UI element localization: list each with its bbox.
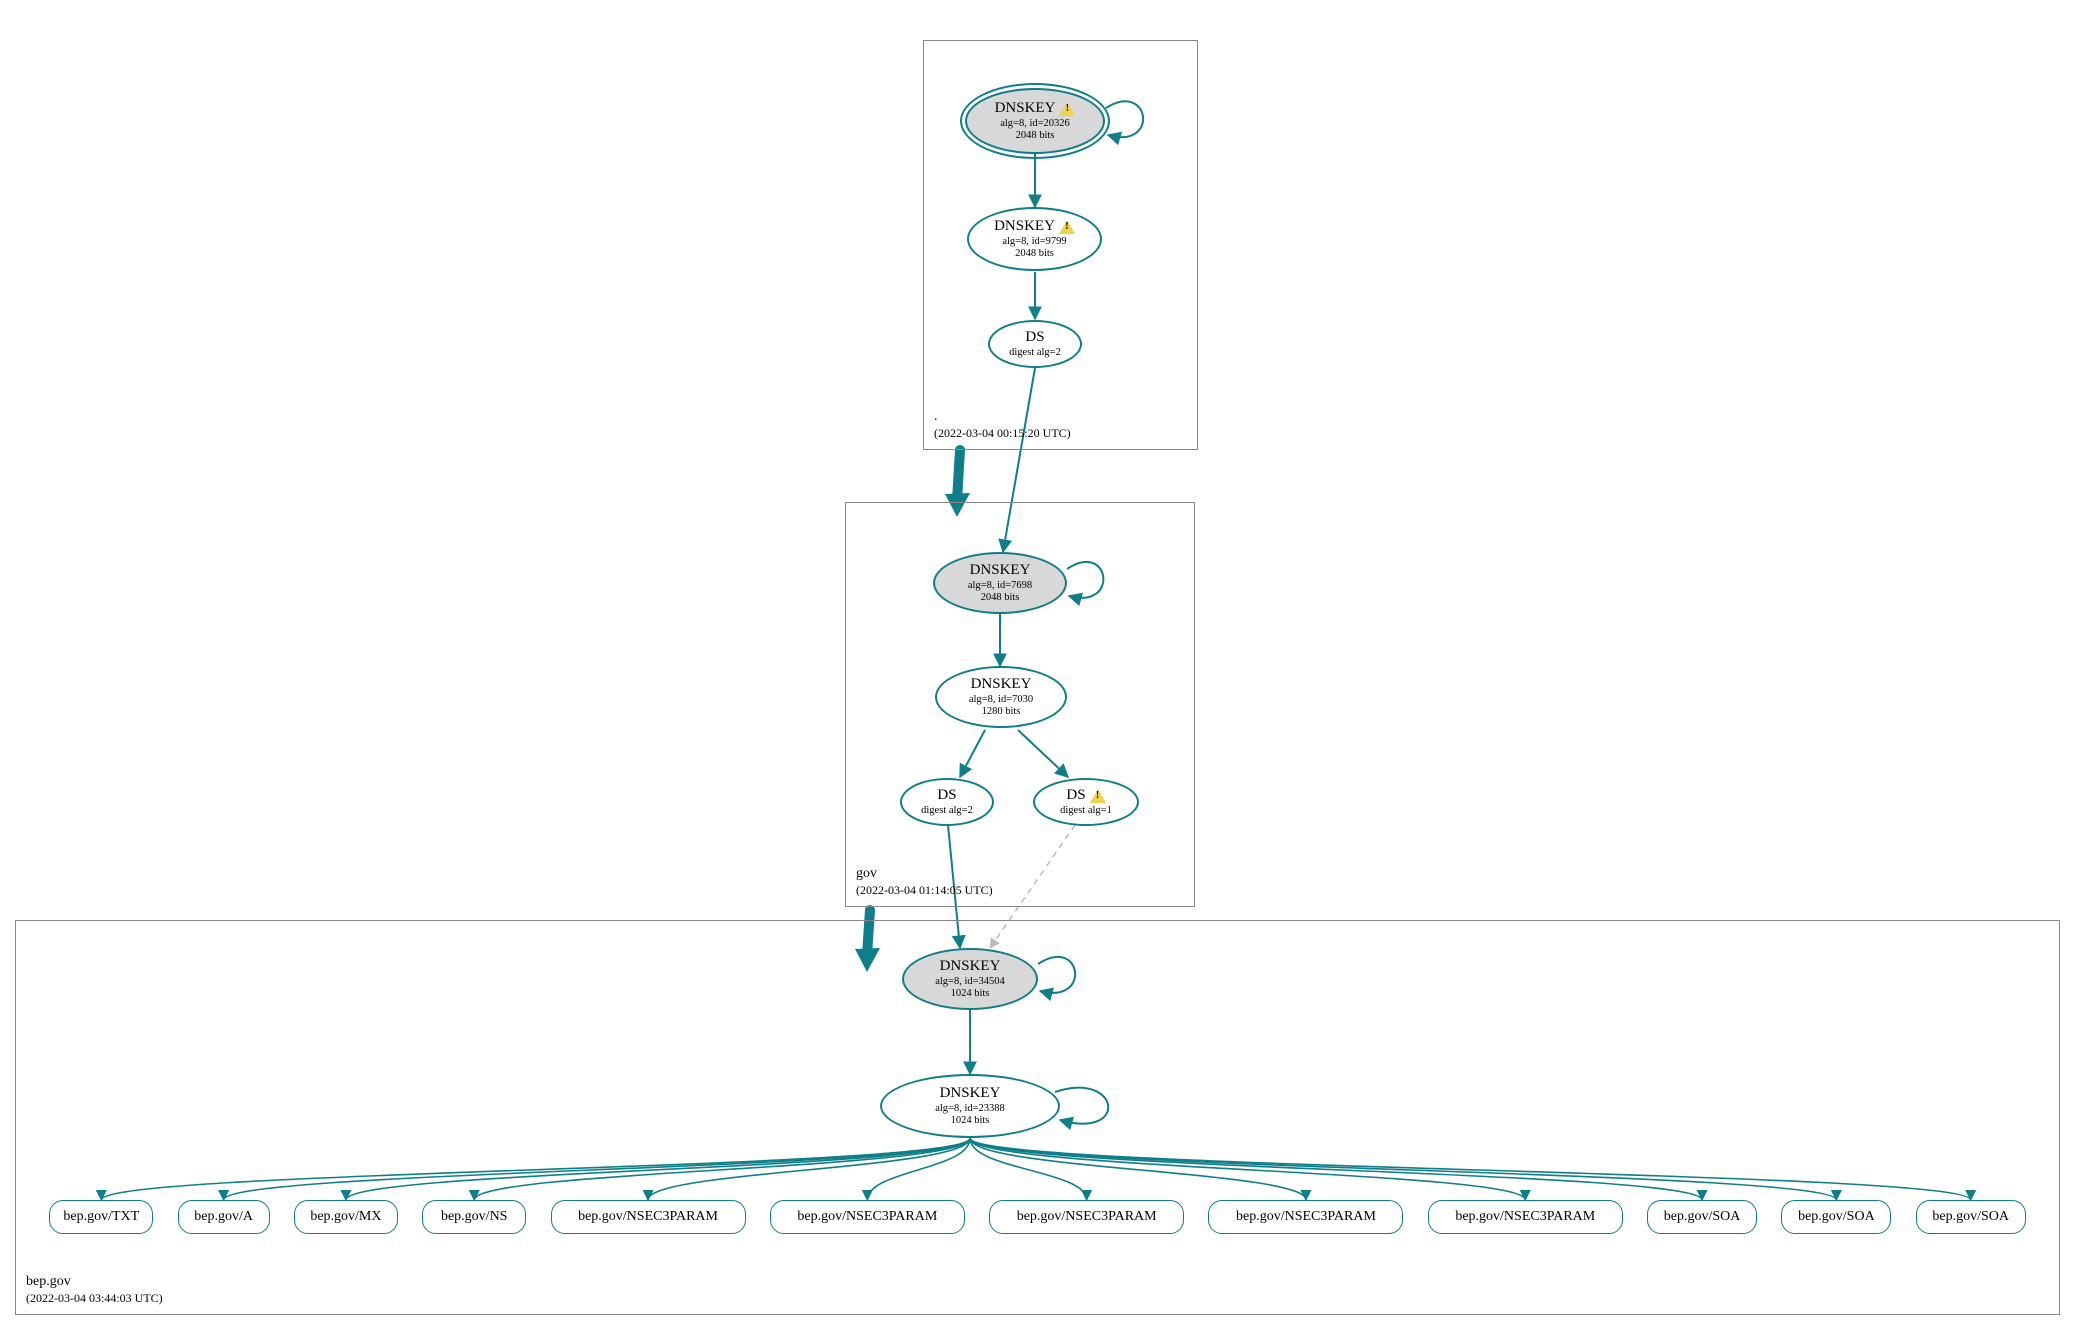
node-gov-ds2-line1: digest alg=1 bbox=[1060, 805, 1112, 817]
node-root-ksk-title: DNSKEY bbox=[995, 100, 1056, 117]
node-bep-ksk[interactable]: DNSKEY alg=8, id=34504 1024 bits bbox=[902, 948, 1038, 1010]
node-gov-ds1[interactable]: DS digest alg=2 bbox=[900, 778, 994, 826]
node-root-ds-line1: digest alg=2 bbox=[1009, 347, 1061, 359]
leaf-record-label: bep.gov/NSEC3PARAM bbox=[797, 1209, 937, 1225]
node-gov-ds2[interactable]: DS digest alg=1 bbox=[1033, 778, 1139, 826]
leaf-record[interactable]: bep.gov/SOA bbox=[1916, 1200, 2026, 1234]
zone-bepgov-name: bep.gov bbox=[26, 1274, 71, 1289]
node-gov-ds1-line1: digest alg=2 bbox=[921, 805, 973, 817]
node-bep-ksk-title: DNSKEY bbox=[940, 958, 1001, 975]
node-root-ksk-line1: alg=8, id=20326 bbox=[1000, 118, 1070, 130]
leaf-record-label: bep.gov/TXT bbox=[63, 1209, 139, 1225]
zone-gov-label: gov (2022-03-04 01:14:05 UTC) bbox=[856, 866, 993, 900]
leaf-record[interactable]: bep.gov/NSEC3PARAM bbox=[770, 1200, 965, 1234]
leaf-record[interactable]: bep.gov/NSEC3PARAM bbox=[1428, 1200, 1623, 1234]
zone-root-name: . bbox=[934, 409, 938, 424]
node-root-zsk[interactable]: DNSKEY alg=8, id=9799 2048 bits bbox=[967, 207, 1102, 271]
leaf-record-label: bep.gov/NSEC3PARAM bbox=[1017, 1209, 1157, 1225]
node-bep-zsk-line2: 1024 bits bbox=[951, 1115, 990, 1127]
zone-gov-ts: (2022-03-04 01:14:05 UTC) bbox=[856, 883, 993, 897]
node-gov-zsk[interactable]: DNSKEY alg=8, id=7030 1280 bits bbox=[935, 666, 1067, 728]
warning-icon bbox=[1090, 789, 1106, 803]
leaf-record[interactable]: bep.gov/TXT bbox=[49, 1200, 153, 1234]
leaf-record[interactable]: bep.gov/NS bbox=[422, 1200, 526, 1234]
node-gov-ksk[interactable]: DNSKEY alg=8, id=7698 2048 bits bbox=[933, 552, 1067, 614]
leaf-record[interactable]: bep.gov/NSEC3PARAM bbox=[989, 1200, 1184, 1234]
node-gov-ksk-title: DNSKEY bbox=[970, 562, 1031, 579]
warning-icon bbox=[1059, 220, 1075, 234]
node-gov-ds2-title: DS bbox=[1066, 787, 1085, 804]
leaf-record-label: bep.gov/SOA bbox=[1664, 1209, 1741, 1225]
node-root-zsk-line2: 2048 bits bbox=[1015, 248, 1054, 260]
node-root-zsk-title: DNSKEY bbox=[994, 218, 1055, 235]
node-bep-ksk-line1: alg=8, id=34504 bbox=[935, 976, 1005, 988]
leaf-record[interactable]: bep.gov/SOA bbox=[1647, 1200, 1757, 1234]
node-gov-zsk-line1: alg=8, id=7030 bbox=[969, 694, 1033, 706]
node-bep-zsk-title: DNSKEY bbox=[940, 1085, 1001, 1102]
node-bep-zsk[interactable]: DNSKEY alg=8, id=23388 1024 bits bbox=[880, 1074, 1060, 1138]
leaf-record-label: bep.gov/NSEC3PARAM bbox=[1236, 1209, 1376, 1225]
leaf-record-label: bep.gov/MX bbox=[310, 1209, 381, 1225]
leaf-record-label: bep.gov/SOA bbox=[1798, 1209, 1875, 1225]
node-gov-ds1-title: DS bbox=[937, 787, 956, 804]
leaf-record-label: bep.gov/SOA bbox=[1932, 1209, 2009, 1225]
leaf-record-label: bep.gov/A bbox=[194, 1209, 253, 1225]
node-gov-ksk-line2: 2048 bits bbox=[981, 592, 1020, 604]
node-gov-zsk-title: DNSKEY bbox=[971, 676, 1032, 693]
zone-bepgov-label: bep.gov (2022-03-04 03:44:03 UTC) bbox=[26, 1274, 163, 1308]
leaf-record[interactable]: bep.gov/A bbox=[178, 1200, 270, 1234]
leaf-record-label: bep.gov/NSEC3PARAM bbox=[1455, 1209, 1595, 1225]
node-root-ksk-line2: 2048 bits bbox=[1016, 130, 1055, 142]
zone-root-label: . (2022-03-04 00:15:20 UTC) bbox=[934, 409, 1071, 443]
leaf-record[interactable]: bep.gov/SOA bbox=[1781, 1200, 1891, 1234]
diagram-canvas: . (2022-03-04 00:15:20 UTC) gov (2022-03… bbox=[0, 0, 2075, 1344]
zone-root-ts: (2022-03-04 00:15:20 UTC) bbox=[934, 426, 1071, 440]
leaf-record-label: bep.gov/NS bbox=[441, 1209, 508, 1225]
node-gov-zsk-line2: 1280 bits bbox=[982, 706, 1021, 718]
node-bep-ksk-line2: 1024 bits bbox=[951, 988, 990, 1000]
leaf-record[interactable]: bep.gov/NSEC3PARAM bbox=[1208, 1200, 1403, 1234]
warning-icon bbox=[1059, 102, 1075, 116]
node-gov-ksk-line1: alg=8, id=7698 bbox=[968, 580, 1032, 592]
node-root-zsk-line1: alg=8, id=9799 bbox=[1002, 236, 1066, 248]
leaf-record-label: bep.gov/NSEC3PARAM bbox=[578, 1209, 718, 1225]
node-root-ds-title: DS bbox=[1025, 329, 1044, 346]
node-root-ds[interactable]: DS digest alg=2 bbox=[988, 320, 1082, 368]
leaf-record[interactable]: bep.gov/NSEC3PARAM bbox=[551, 1200, 746, 1234]
zone-gov-name: gov bbox=[856, 866, 877, 881]
zone-bepgov-ts: (2022-03-04 03:44:03 UTC) bbox=[26, 1291, 163, 1305]
leaf-record[interactable]: bep.gov/MX bbox=[294, 1200, 398, 1234]
node-bep-zsk-line1: alg=8, id=23388 bbox=[935, 1103, 1005, 1115]
node-root-ksk[interactable]: DNSKEY alg=8, id=20326 2048 bits bbox=[965, 88, 1105, 154]
